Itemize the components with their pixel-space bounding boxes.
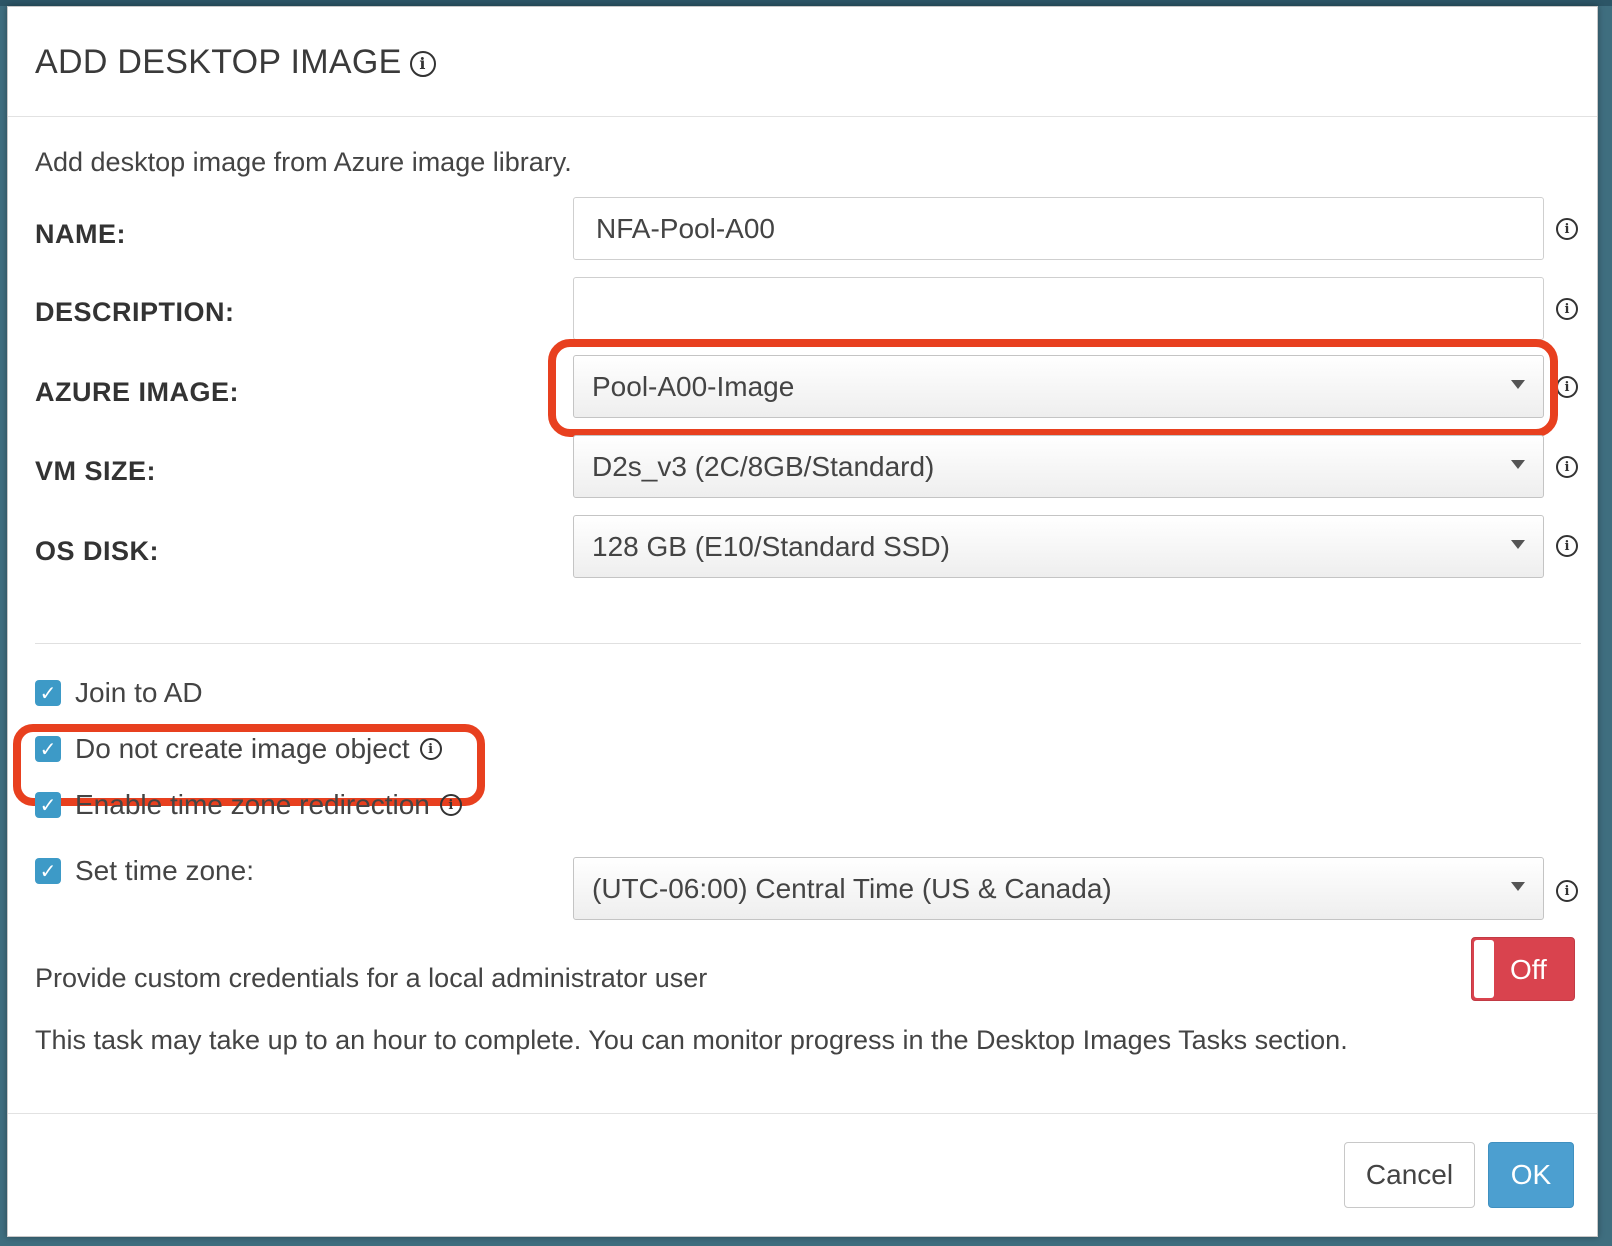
name-label: NAME: [35, 219, 126, 249]
add-desktop-image-dialog: ADD DESKTOP IMAGE i Add desktop image fro… [7, 6, 1598, 1237]
task-note: This task may take up to an hour to comp… [35, 1025, 1348, 1055]
vm-size-value: D2s_v3 (2C/8GB/Standard) [592, 450, 935, 482]
set-tz-label: Set time zone: [75, 855, 254, 886]
os-disk-select[interactable]: 128 GB (E10/Standard SSD) [573, 515, 1544, 578]
os-disk-info-icon[interactable]: i [1556, 535, 1578, 557]
dialog-title: ADD DESKTOP IMAGE i [35, 43, 436, 82]
vm-size-label: VM SIZE: [35, 456, 157, 486]
credentials-toggle[interactable]: Off [1471, 937, 1575, 1001]
vm-size-info-icon[interactable]: i [1556, 456, 1578, 478]
os-disk-label: OS DISK: [35, 536, 160, 566]
azure-image-info-icon[interactable]: i [1556, 376, 1578, 398]
time-zone-info-icon[interactable]: i [1556, 880, 1578, 902]
ok-button[interactable]: OK [1488, 1142, 1574, 1208]
description-label: DESCRIPTION: [35, 297, 235, 327]
check-icon[interactable]: ✓ [35, 858, 61, 884]
set-tz-option[interactable]: ✓ Set time zone: [35, 855, 264, 887]
caret-down-icon [1511, 540, 1525, 549]
join-ad-label: Join to AD [75, 677, 203, 708]
time-zone-select[interactable]: (UTC-06:00) Central Time (US & Canada) [573, 857, 1544, 920]
caret-down-icon [1511, 460, 1525, 469]
time-zone-value: (UTC-06:00) Central Time (US & Canada) [592, 872, 1112, 904]
description-info-icon[interactable]: i [1556, 298, 1578, 320]
dialog-header: ADD DESKTOP IMAGE i [8, 7, 1597, 117]
toggle-knob[interactable] [1474, 940, 1494, 998]
highlight-box-azure-image [548, 339, 1558, 437]
azure-image-label: AZURE IMAGE: [35, 377, 239, 407]
credentials-label: Provide custom credentials for a local a… [35, 963, 708, 993]
dialog-intro: Add desktop image from Azure image libra… [35, 147, 572, 177]
name-input[interactable]: NFA-Pool-A00 [573, 197, 1544, 260]
name-info-icon[interactable]: i [1556, 218, 1578, 240]
caret-down-icon [1511, 882, 1525, 891]
check-icon[interactable]: ✓ [35, 792, 61, 818]
os-disk-value: 128 GB (E10/Standard SSD) [592, 530, 950, 562]
check-icon[interactable]: ✓ [35, 680, 61, 706]
footer-divider [8, 1113, 1597, 1114]
tz-redirect-option[interactable]: ✓ Enable time zone redirection i [35, 789, 462, 821]
section-divider [35, 643, 1581, 644]
title-info-icon[interactable]: i [409, 51, 436, 77]
description-input[interactable] [573, 277, 1544, 340]
cancel-button[interactable]: Cancel [1344, 1142, 1475, 1208]
tz-redirect-info-icon[interactable]: i [439, 794, 462, 816]
tz-redirect-label: Enable time zone redirection [75, 789, 430, 820]
join-ad-option[interactable]: ✓ Join to AD [35, 677, 213, 709]
toggle-state: Off [1510, 954, 1547, 985]
vm-size-select[interactable]: D2s_v3 (2C/8GB/Standard) [573, 435, 1544, 498]
